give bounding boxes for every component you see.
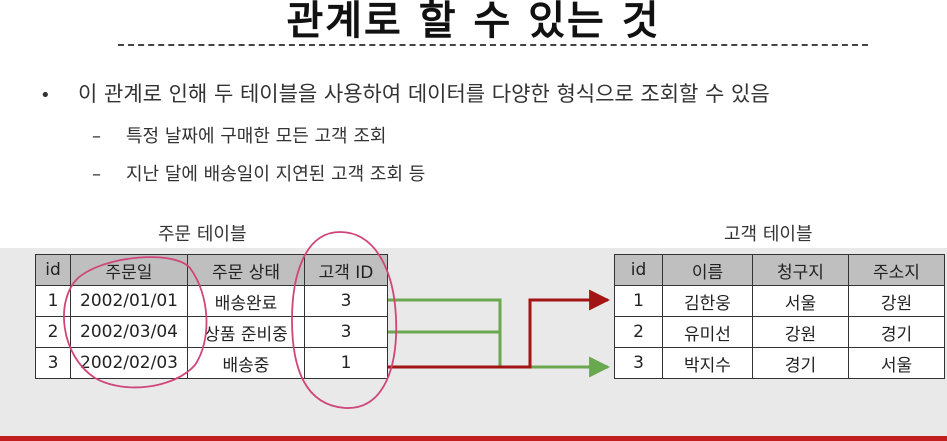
main-bullet: • 이 관계로 인해 두 테이블을 사용하여 데이터를 다양한 형식으로 조회할 … (40, 78, 770, 108)
table-cell: 김한웅 (662, 285, 753, 317)
column-header-id: id (35, 254, 71, 286)
sub-bullet-2: – 지난 달에 배송일이 지연된 고객 조회 등 (92, 160, 425, 186)
sub-marker: – (92, 126, 101, 147)
sub-bullet-1: – 특정 날짜에 구매한 모든 고객 조회 (92, 122, 386, 148)
sub-marker: – (92, 164, 101, 185)
bullet-marker: • (40, 85, 51, 106)
column-header-id: id (614, 254, 663, 286)
table-cell: 서울 (752, 285, 849, 317)
table-cell: 1 (304, 347, 388, 379)
title-divider (118, 44, 868, 46)
table-row: 3 박지수 경기 서울 (614, 347, 945, 379)
bullet-text: 이 관계로 인해 두 테이블을 사용하여 데이터를 다양한 형식으로 조회할 수… (78, 82, 770, 106)
table-cell: 2002/02/03 (70, 347, 188, 379)
table-cell: 1 (35, 285, 71, 317)
column-header-order-status: 주문 상태 (187, 254, 305, 286)
table-row: 3 2002/02/03 배송중 1 (35, 347, 388, 379)
table-cell: 3 (614, 347, 663, 379)
column-header-billing: 청구지 (752, 254, 849, 286)
bottom-accent-bar (0, 436, 947, 441)
table-header-row: id 주문일 주문 상태 고객 ID (35, 254, 388, 286)
table-row: 2 2002/03/04 상품 준비중 3 (35, 316, 388, 348)
table-row: 2 유미선 강원 경기 (614, 316, 945, 348)
customer-table-caption: 고객 테이블 (724, 224, 813, 245)
order-table: id 주문일 주문 상태 고객 ID 1 2002/01/01 배송완료 3 2… (35, 254, 388, 379)
sub-bullet-text: 특정 날짜에 구매한 모든 고객 조회 (126, 126, 387, 147)
table-row: 1 2002/01/01 배송완료 3 (35, 285, 388, 317)
table-cell: 배송완료 (187, 285, 305, 317)
column-header-order-date: 주문일 (70, 254, 188, 286)
table-cell: 상품 준비중 (187, 316, 305, 348)
customer-table: id 이름 청구지 주소지 1 김한웅 서울 강원 2 유미선 강원 경기 3 … (614, 254, 945, 379)
table-cell: 2002/01/01 (70, 285, 188, 317)
table-cell: 2 (35, 316, 71, 348)
table-row: 1 김한웅 서울 강원 (614, 285, 945, 317)
table-cell: 강원 (752, 316, 849, 348)
table-cell: 배송중 (187, 347, 305, 379)
table-cell: 2 (614, 316, 663, 348)
table-cell: 3 (304, 285, 388, 317)
table-cell: 경기 (848, 316, 945, 348)
column-header-address: 주소지 (848, 254, 945, 286)
table-header-row: id 이름 청구지 주소지 (614, 254, 945, 286)
table-cell: 경기 (752, 347, 849, 379)
table-cell: 박지수 (662, 347, 753, 379)
table-cell: 3 (304, 316, 388, 348)
sub-bullet-text: 지난 달에 배송일이 지연된 고객 조회 등 (126, 164, 426, 185)
table-cell: 3 (35, 347, 71, 379)
slide-title: 관계로 할 수 있는 것 (286, 0, 661, 44)
table-cell: 1 (614, 285, 663, 317)
table-cell: 유미선 (662, 316, 753, 348)
table-cell: 서울 (848, 347, 945, 379)
column-header-name: 이름 (662, 254, 753, 286)
table-cell: 강원 (848, 285, 945, 317)
order-table-caption: 주문 테이블 (158, 224, 247, 245)
column-header-customer-id: 고객 ID (304, 254, 388, 286)
table-cell: 2002/03/04 (70, 316, 188, 348)
